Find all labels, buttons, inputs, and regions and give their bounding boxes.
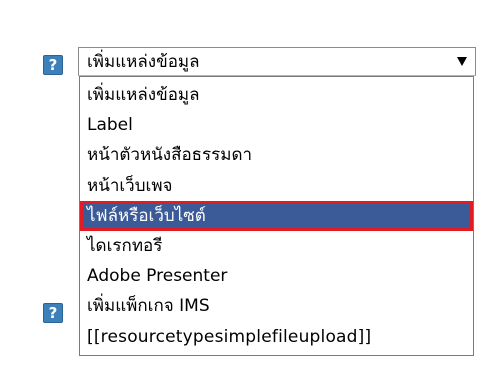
help-icon[interactable]: ? — [43, 303, 63, 323]
option-file-or-website[interactable]: ไฟล์หรือเว็บไซต์ — [80, 200, 473, 231]
option-web-page[interactable]: หน้าเว็บเพจ — [80, 171, 473, 201]
help-icon[interactable]: ? — [43, 55, 63, 75]
option-adobe-presenter[interactable]: Adobe Presenter — [80, 261, 473, 291]
dropdown-arrow-icon[interactable] — [457, 57, 467, 66]
resource-type-options[interactable]: เพิ่มแหล่งข้อมูล Label หน้าตัวหนังสือธรร… — [79, 76, 474, 356]
option-plain-text-page[interactable]: หน้าตัวหนังสือธรรมดา — [80, 140, 473, 170]
option-directory[interactable]: ไดเรกทอรี — [80, 231, 473, 261]
option-simple-file-upload[interactable]: [[resourcetypesimplefileupload]] — [80, 322, 473, 352]
select-current-value: เพิ่มแหล่งข้อมูล — [87, 52, 200, 72]
page: ? เพิ่มแหล่งข้อมูล เพิ่มแหล่งข้อมูล Labe… — [0, 0, 479, 372]
option-add-resource[interactable]: เพิ่มแหล่งข้อมูล — [80, 80, 473, 110]
option-ims-package[interactable]: เพิ่มแพ็กเกจ IMS — [80, 291, 473, 321]
resource-type-select[interactable]: เพิ่มแหล่งข้อมูล — [78, 47, 476, 76]
option-label[interactable]: Label — [80, 110, 473, 140]
